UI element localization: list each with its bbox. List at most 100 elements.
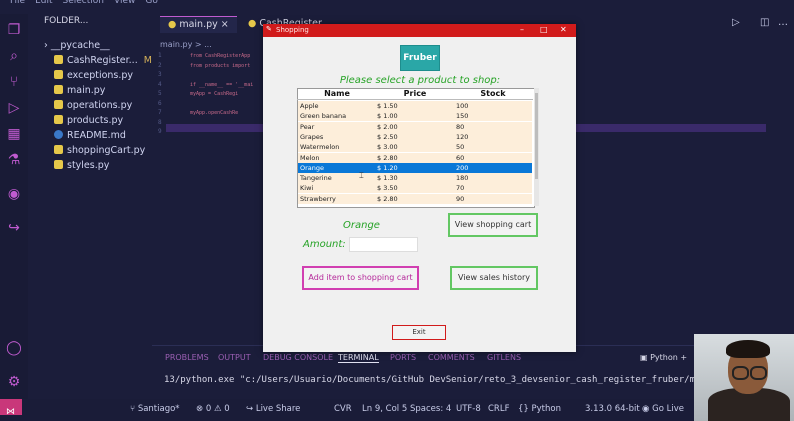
remote-indicator[interactable]: ⋈: [0, 399, 22, 417]
github-icon[interactable]: ◉: [6, 186, 22, 202]
add-terminal-icon[interactable]: +: [680, 353, 687, 362]
table-row[interactable]: Green banana $ 1.00 150: [298, 111, 532, 122]
add-item-button[interactable]: Add item to shopping cart: [302, 266, 419, 290]
status-eol[interactable]: CRLF: [488, 404, 509, 414]
python-file-icon: [54, 70, 63, 79]
code-line[interactable]: if __name__ == '__mai: [190, 82, 253, 88]
view-sales-history-button[interactable]: View sales history: [450, 266, 538, 290]
column-header-stock[interactable]: Stock: [454, 89, 532, 98]
panel-tab[interactable]: OUTPUT: [218, 353, 251, 362]
file-name: CashRegister...: [67, 55, 138, 66]
code-line[interactable]: myApp = CashRegi: [190, 91, 238, 97]
files-icon[interactable]: ❐: [6, 22, 22, 38]
panel-tab[interactable]: TERMINAL: [338, 353, 379, 363]
table-row[interactable]: Pear $ 2.00 80: [298, 121, 532, 132]
warning-icon: ⚠: [213, 404, 222, 414]
testing-icon[interactable]: ⚗: [6, 152, 22, 168]
menu-item[interactable]: Edit: [35, 0, 52, 6]
cell-stock: 60: [456, 153, 465, 162]
code-line[interactable]: myApp.openCashRe: [190, 110, 238, 116]
column-header-name[interactable]: Name: [298, 89, 376, 98]
table-row[interactable]: Strawberry $ 2.80 90: [298, 193, 532, 204]
status-go-live[interactable]: ◉ Go Live: [642, 404, 684, 414]
view-shopping-cart-button[interactable]: View shopping cart: [448, 213, 538, 237]
python-file-icon: [54, 85, 63, 94]
terminal-output: 13/python.exe "c:/Users/Usuario/Document…: [164, 375, 733, 385]
status-live-share[interactable]: ↪ Live Share: [246, 404, 300, 414]
explorer-file-item[interactable]: CashRegister... M: [54, 55, 152, 66]
table-row[interactable]: Orange $ 1.20 200: [298, 162, 532, 173]
panel-tab[interactable]: COMMENTS: [428, 353, 475, 362]
panel-tab[interactable]: DEBUG CONSOLE: [263, 353, 333, 362]
cell-price: $ 3.50: [377, 184, 398, 193]
explorer-file-item[interactable]: styles.py: [54, 160, 109, 171]
explorer-file-item[interactable]: products.py: [54, 115, 123, 126]
menu-item[interactable]: Go: [145, 0, 157, 6]
status-interpreter[interactable]: 3.13.0 64-bit: [585, 404, 640, 414]
run-debug-icon[interactable]: ▷: [6, 100, 22, 116]
source-control-icon[interactable]: ⑂: [6, 74, 22, 90]
code-line[interactable]: from CashRegisterApp: [190, 53, 250, 59]
code-line[interactable]: from products import: [190, 63, 250, 69]
table-row[interactable]: Melon $ 2.80 60: [298, 152, 532, 163]
status-position[interactable]: Ln 9, Col 5: [362, 404, 407, 414]
minimize-icon[interactable]: –: [520, 25, 524, 34]
select-product-prompt: Please select a product to shop:: [339, 75, 501, 86]
table-row[interactable]: Kiwi $ 3.50 70: [298, 183, 532, 194]
more-actions-icon[interactable]: …: [778, 17, 788, 28]
cell-price: $ 2.80: [377, 153, 398, 162]
cell-stock: 180: [456, 174, 469, 183]
maximize-icon[interactable]: □: [540, 25, 548, 34]
status-language[interactable]: {} Python: [518, 404, 561, 414]
run-icon[interactable]: ▷: [732, 17, 740, 28]
explorer-file-item[interactable]: operations.py: [54, 100, 132, 111]
fruber-logo: Fruber: [400, 45, 440, 71]
line-number: 3: [158, 71, 162, 78]
table-row[interactable]: Grapes $ 2.50 120: [298, 131, 532, 142]
window-title: Shopping: [276, 26, 309, 34]
live-share-icon: ↪: [246, 404, 254, 414]
table-row[interactable]: Watermelon $ 3.00 50: [298, 142, 532, 153]
cell-name: Melon: [300, 153, 320, 162]
explorer-file-item[interactable]: README.md: [54, 130, 126, 141]
cell-price: $ 1.30: [377, 174, 398, 183]
live-share-icon[interactable]: ↪: [6, 220, 22, 236]
table-scrollbar-thumb[interactable]: [535, 93, 538, 179]
split-editor-icon[interactable]: ◫: [760, 17, 769, 28]
column-header-price[interactable]: Price: [376, 89, 454, 98]
amount-input[interactable]: [349, 237, 418, 252]
status-mode[interactable]: CVR: [334, 404, 352, 414]
file-name: operations.py: [67, 100, 133, 111]
explorer-file-item[interactable]: exceptions.py: [54, 70, 133, 81]
menu-item[interactable]: File: [10, 0, 25, 6]
cell-name: Kiwi: [300, 184, 314, 193]
close-icon[interactable]: ×: [221, 19, 229, 30]
panel-tab[interactable]: PROBLEMS: [165, 353, 209, 362]
file-name: styles.py: [67, 160, 110, 171]
header-divider: [297, 99, 533, 100]
menu-item[interactable]: Selection: [63, 0, 104, 6]
explorer-file-item[interactable]: main.py: [54, 85, 105, 96]
explorer-file-item[interactable]: shoppingCart.py: [54, 145, 145, 156]
panel-tab[interactable]: GITLENS: [487, 353, 521, 362]
table-row[interactable]: Apple $ 1.50 100: [298, 101, 532, 111]
panel-tab[interactable]: PORTS: [390, 353, 416, 362]
line-number: 5: [158, 90, 162, 97]
settings-gear-icon[interactable]: ⚙: [6, 374, 22, 390]
tab-main-py[interactable]: ● main.py ×: [160, 16, 237, 33]
menu-item[interactable]: View: [114, 0, 135, 6]
status-problems[interactable]: ⊗ 0 ⚠ 0: [196, 404, 230, 414]
search-icon[interactable]: ⌕: [6, 48, 22, 64]
file-name: README.md: [67, 130, 126, 141]
status-encoding[interactable]: UTF-8: [456, 404, 481, 414]
extensions-icon[interactable]: ▦: [6, 126, 22, 142]
status-branch[interactable]: ⑂ Santiago*: [130, 404, 180, 414]
table-row[interactable]: Tangerine $ 1.30 180: [298, 173, 532, 184]
explorer-file-item[interactable]: › __pycache__: [44, 40, 110, 51]
terminal-python[interactable]: ▣ Python +: [640, 353, 687, 362]
braces-icon: {}: [518, 404, 529, 414]
close-icon[interactable]: ✕: [560, 25, 567, 34]
account-icon[interactable]: ◯: [6, 340, 22, 356]
exit-button[interactable]: Exit: [392, 325, 446, 340]
status-spaces[interactable]: Spaces: 4: [410, 404, 451, 414]
